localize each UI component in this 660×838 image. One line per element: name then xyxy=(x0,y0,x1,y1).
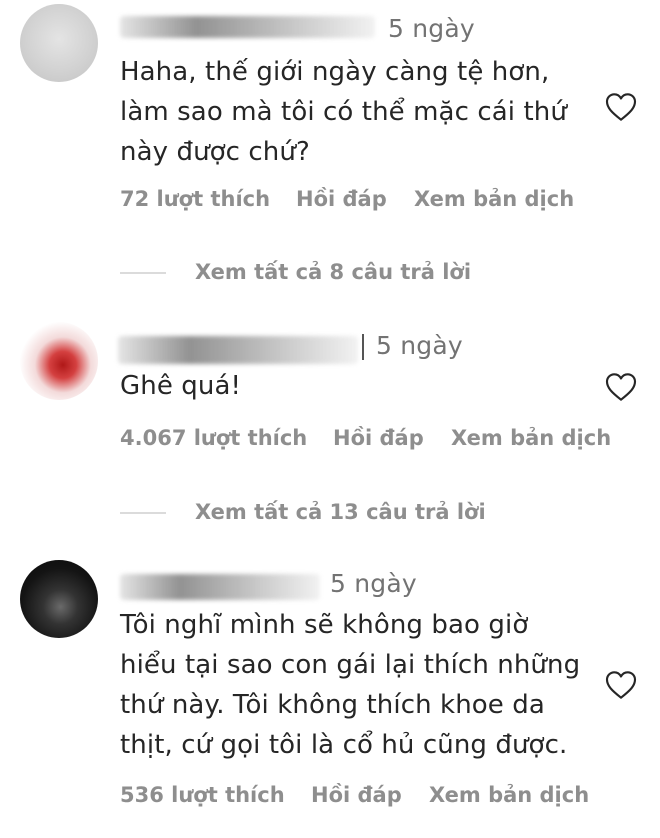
heart-outline-icon[interactable] xyxy=(605,92,637,122)
like-count[interactable]: 536 lượt thích xyxy=(120,783,285,807)
replies-divider xyxy=(120,512,166,514)
comment-text: Tôi nghĩ mình sẽ không bao giờ hiểu tại … xyxy=(120,610,581,760)
reply-button[interactable]: Hồi đáp xyxy=(333,426,424,450)
like-count[interactable]: 72 lượt thích xyxy=(120,187,270,211)
like-count[interactable]: 4.067 lượt thích xyxy=(120,426,307,450)
comment-time: 5 ngày xyxy=(330,569,417,598)
translate-button[interactable]: Xem bản dịch xyxy=(414,187,574,211)
comment-text: Haha, thế giới ngày càng tệ hơn, làm sao… xyxy=(120,57,567,167)
translate-button[interactable]: Xem bản dịch xyxy=(451,426,611,450)
username-cursor xyxy=(362,334,364,360)
avatar[interactable] xyxy=(20,4,98,82)
view-replies-button[interactable]: Xem tất cả 8 câu trả lời xyxy=(195,260,471,284)
heart-outline-icon[interactable] xyxy=(605,670,637,700)
heart-outline-icon[interactable] xyxy=(605,372,637,402)
translate-button[interactable]: Xem bản dịch xyxy=(429,783,589,807)
avatar[interactable] xyxy=(20,560,98,638)
username-blurred[interactable] xyxy=(120,16,375,38)
username-blurred[interactable] xyxy=(118,336,358,364)
reply-button[interactable]: Hồi đáp xyxy=(311,783,402,807)
reply-button[interactable]: Hồi đáp xyxy=(296,187,387,211)
replies-divider xyxy=(120,272,166,274)
comment-time: 5 ngày xyxy=(376,331,463,360)
comment-text: Ghê quá! xyxy=(120,371,242,401)
view-replies-button[interactable]: Xem tất cả 13 câu trả lời xyxy=(195,500,486,524)
avatar[interactable] xyxy=(20,322,98,400)
comment-time: 5 ngày xyxy=(388,14,475,43)
username-blurred[interactable] xyxy=(120,574,320,600)
